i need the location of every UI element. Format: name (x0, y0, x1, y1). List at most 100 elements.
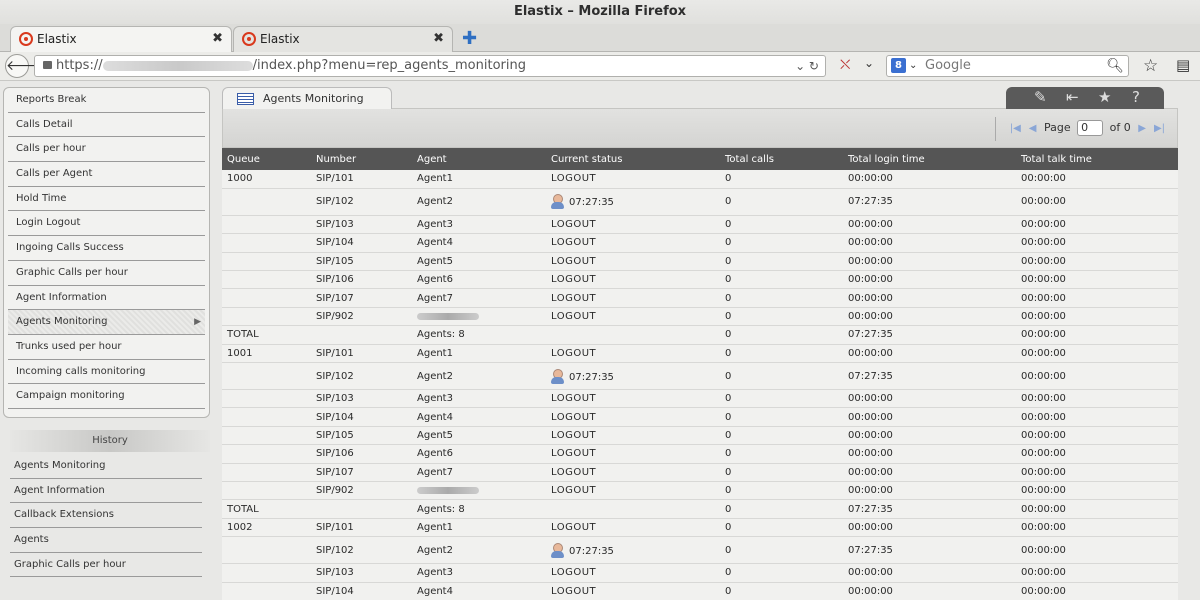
table-cell (546, 499, 720, 519)
first-page-icon[interactable]: |◀ (1010, 123, 1021, 134)
table-cell: LOGOUT (546, 582, 720, 600)
help-icon[interactable]: ? (1132, 88, 1140, 106)
table-cell: LOGOUT (546, 389, 720, 409)
status-text: 07:27:35 (569, 371, 614, 383)
module-tab: Agents Monitoring (222, 87, 392, 109)
table-cell (412, 307, 546, 327)
sidebar-item-ingoing-calls-success[interactable]: Ingoing Calls Success (8, 236, 205, 261)
table-cell: 00:00:00 (1016, 233, 1178, 253)
table-cell: SIP/107 (311, 288, 412, 308)
table-cell: Agents: 8 (412, 499, 546, 519)
table-cell: LOGOUT (546, 463, 720, 482)
sidebar-item-agents-monitoring[interactable]: Agents Monitoring ▶ (8, 310, 205, 335)
bookmarks-menu-icon[interactable]: ▤ (1176, 56, 1190, 74)
history-item[interactable]: Callback Extensions (10, 503, 202, 529)
back-button[interactable]: 🡐 (5, 54, 44, 78)
table-cell: Agent1 (412, 518, 546, 538)
status-text: 07:27:35 (569, 545, 614, 557)
prev-page-icon[interactable]: ◀ (1029, 123, 1037, 134)
close-tab-icon[interactable]: ✖ (433, 27, 444, 51)
edit-icon[interactable]: ✎ (1034, 88, 1047, 106)
table-cell: 00:00:00 (1016, 536, 1178, 565)
search-engine-icon[interactable]: 8 (891, 58, 906, 73)
table-cell: 07:27:35 (546, 536, 720, 565)
redacted-agent-name (417, 312, 479, 320)
table-cell: LOGOUT (546, 252, 720, 272)
table-cell: 0 (720, 270, 843, 290)
star-icon[interactable]: ★ (1098, 88, 1111, 106)
table-cell: 0 (720, 499, 843, 519)
table-cell: 00:00:00 (1016, 582, 1178, 600)
sidebar-item-graphic-calls-per-hour[interactable]: Graphic Calls per hour (8, 261, 205, 286)
chevron-down-icon[interactable]: ⌄ (909, 56, 917, 76)
new-tab-icon[interactable]: ✚ (462, 28, 477, 49)
search-input[interactable]: 8 ⌄ Google 🔍︎ (886, 55, 1129, 77)
table-cell: 0 (720, 518, 843, 538)
history-item[interactable]: Agent Information (10, 479, 202, 504)
collapse-icon[interactable]: ⇤ (1066, 88, 1079, 106)
sidebar-item-campaign-monitoring[interactable]: Campaign monitoring (8, 384, 205, 409)
chevron-down-icon[interactable]: ⌄ (864, 56, 874, 70)
history-item[interactable]: Graphic Calls per hour (10, 553, 202, 578)
table-cell: 00:00:00 (1016, 499, 1178, 519)
table-cell: LOGOUT (546, 270, 720, 290)
table-cell: 0 (720, 463, 843, 482)
table-cell: SIP/101 (311, 344, 412, 364)
toolbar-band: |◀ ◀ Page 0 of 0 ▶ ▶| (222, 108, 1178, 148)
table-cell: SIP/107 (311, 463, 412, 482)
close-tab-icon[interactable]: ✖ (212, 27, 223, 51)
history-item[interactable]: Agents Monitoring (10, 454, 202, 479)
table-cell: Agents: 8 (412, 325, 546, 345)
table-cell: SIP/106 (311, 444, 412, 464)
table-cell: LOGOUT (546, 233, 720, 253)
table-cell: Agent1 (412, 344, 546, 364)
table-cell: 00:00:00 (1016, 344, 1178, 364)
block-icon[interactable]: ⛌ (840, 57, 850, 73)
sidebar-item-reports-break[interactable]: Reports Break (8, 88, 205, 113)
sidebar-item-hold-time[interactable]: Hold Time (8, 187, 205, 212)
browser-tab[interactable]: Elastix ✖ (10, 26, 232, 52)
search-icon[interactable]: 🔍︎ (1106, 56, 1124, 76)
table-row: SIP/105 Agent5 LOGOUT 0 00:00:00 00:00:00 (222, 426, 1178, 446)
table-cell: 07:27:35 (843, 499, 1016, 519)
page-number-input[interactable]: 0 (1077, 120, 1104, 136)
table-cell: Agent5 (412, 252, 546, 272)
sidebar-item-login-logout[interactable]: Login Logout (8, 211, 205, 237)
page-count: of 0 (1109, 121, 1131, 134)
next-page-icon[interactable]: ▶ (1138, 123, 1146, 134)
table-cell: SIP/102 (311, 362, 412, 391)
table-row: SIP/102 Agent2 07:27:35 0 07:27:35 00:00:00 (222, 536, 1178, 565)
sidebar-item-calls-per-agent[interactable]: Calls per Agent (8, 162, 205, 187)
column-header: Number (311, 148, 412, 170)
bookmark-star-icon[interactable]: ☆ (1143, 56, 1158, 76)
table-cell: TOTAL (222, 499, 311, 519)
table-cell: Agent2 (412, 536, 546, 565)
table-cell: 0 (720, 444, 843, 464)
sidebar-item-incoming-calls-monitoring[interactable]: Incoming calls monitoring (8, 360, 205, 385)
agent-online-icon (551, 368, 565, 384)
sidebar-item-agent-information[interactable]: Agent Information (8, 286, 205, 311)
table-row: SIP/103 Agent3 LOGOUT 0 00:00:00 00:00:00 (222, 563, 1178, 583)
browser-tab[interactable]: Elastix ✖ (233, 26, 453, 52)
last-page-icon[interactable]: ▶| (1154, 123, 1165, 134)
table-cell: LOGOUT (546, 426, 720, 446)
table-cell: 00:00:00 (1016, 407, 1178, 427)
table-row: TOTAL Agents: 8 0 07:27:35 00:00:00 (222, 325, 1178, 345)
reload-icon[interactable]: ⌄ ↻ (795, 56, 819, 76)
table-cell: LOGOUT (546, 563, 720, 583)
table-cell: SIP/102 (311, 536, 412, 565)
table-cell: 1001 (222, 344, 311, 364)
history-item[interactable]: Agents (10, 528, 202, 553)
sidebar-item-calls-per-hour[interactable]: Calls per hour (8, 137, 205, 163)
table-cell: SIP/105 (311, 426, 412, 446)
table-row: SIP/102 Agent2 07:27:35 0 07:27:35 00:00:00 (222, 188, 1178, 216)
navigation-bar: 🡐 https:// /index.php?menu=rep_agents_mon… (0, 52, 1200, 81)
sidebar-item-calls-detail[interactable]: Calls Detail (8, 113, 205, 138)
table-cell: 00:00:00 (843, 444, 1016, 464)
table-cell: LOGOUT (546, 307, 720, 327)
url-bar[interactable]: https:// /index.php?menu=rep_agents_monit… (34, 55, 826, 77)
table-row: SIP/103 Agent3 LOGOUT 0 00:00:00 00:00:00 (222, 389, 1178, 409)
sidebar-item-trunks-used-per-hour[interactable]: Trunks used per hour (8, 335, 205, 360)
table-cell: 00:00:00 (843, 563, 1016, 583)
table-cell: SIP/103 (311, 389, 412, 409)
